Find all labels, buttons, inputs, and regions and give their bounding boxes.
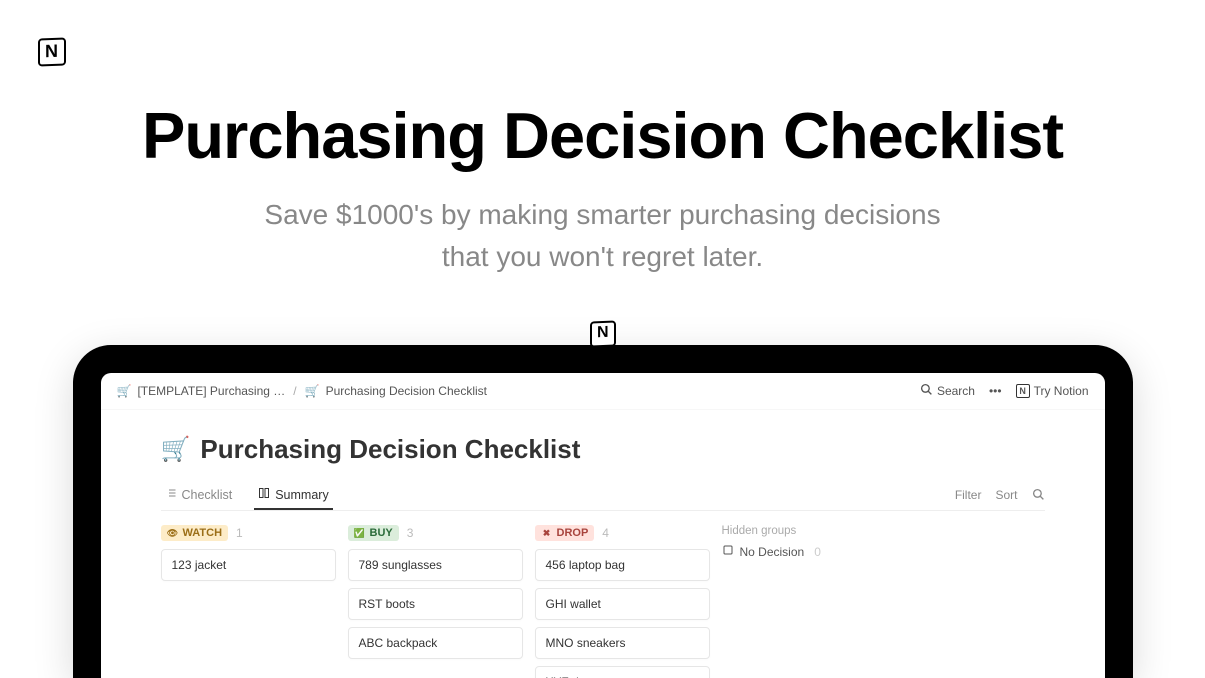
card-item[interactable]: MNO sneakers (535, 627, 710, 659)
try-notion-label: Try Notion (1034, 384, 1089, 398)
page-title-row: 🛒 Purchasing Decision Checklist (161, 434, 1045, 465)
view-tabs: Checklist Summary Filter Sort (161, 481, 1045, 511)
breadcrumb-item-1[interactable]: [TEMPLATE] Purchasing … (137, 384, 285, 398)
view-controls: Filter Sort (955, 488, 1045, 504)
drop-count: 4 (602, 526, 609, 540)
x-icon: ✖ (541, 527, 553, 539)
breadcrumb-item-2[interactable]: Purchasing Decision Checklist (326, 384, 487, 398)
sort-button[interactable]: Sort (995, 488, 1017, 504)
watch-label: WATCH (183, 527, 223, 539)
check-icon: ✅ (354, 527, 366, 539)
watch-count: 1 (236, 526, 243, 540)
empty-status-icon (722, 544, 734, 559)
more-button[interactable]: ••• (989, 384, 1002, 398)
column-watch: 👁 WATCH 1 123 jacket (161, 525, 336, 678)
topbar-right: Search ••• Try Notion (920, 383, 1089, 399)
hero-section: Purchasing Decision Checklist Save $1000… (0, 0, 1205, 278)
board-view: 👁 WATCH 1 123 jacket ✅ BUY (161, 525, 1045, 678)
page-icon[interactable]: 🛒 (161, 435, 191, 464)
column-header-watch: 👁 WATCH 1 (161, 525, 336, 541)
search-icon (920, 383, 933, 399)
hidden-groups: Hidden groups No Decision 0 (722, 525, 821, 678)
hero-subtitle: Save $1000's by making smarter purchasin… (0, 194, 1205, 278)
column-buy: ✅ BUY 3 789 sunglasses RST boots ABC bac… (348, 525, 523, 678)
buy-tag[interactable]: ✅ BUY (348, 525, 399, 541)
watch-tag[interactable]: 👁 WATCH (161, 525, 229, 541)
hidden-group-item[interactable]: No Decision 0 (722, 544, 821, 559)
laptop-frame: 🛒 [TEMPLATE] Purchasing … / 🛒 Purchasing… (73, 345, 1133, 678)
notion-logo-icon (1016, 384, 1030, 398)
drop-tag[interactable]: ✖ DROP (535, 525, 595, 541)
tab-checklist[interactable]: Checklist (161, 481, 237, 510)
tab-summary-label: Summary (275, 488, 328, 502)
app-screen: 🛒 [TEMPLATE] Purchasing … / 🛒 Purchasing… (101, 373, 1105, 678)
card-item[interactable]: 456 laptop bag (535, 549, 710, 581)
column-header-buy: ✅ BUY 3 (348, 525, 523, 541)
hidden-group-label: No Decision (740, 545, 805, 559)
hero-subtitle-line1: Save $1000's by making smarter purchasin… (0, 194, 1205, 236)
card-item[interactable]: XYZ dress (535, 666, 710, 678)
tab-summary[interactable]: Summary (254, 481, 332, 510)
card-item[interactable]: RST boots (348, 588, 523, 620)
board-icon (258, 487, 270, 502)
card-item[interactable]: 123 jacket (161, 549, 336, 581)
search-button[interactable]: Search (920, 383, 975, 399)
column-drop: ✖ DROP 4 456 laptop bag GHI wallet MNO s… (535, 525, 710, 678)
eye-icon: 👁 (167, 527, 179, 539)
hero-title: Purchasing Decision Checklist (0, 100, 1205, 172)
hero-subtitle-line2: that you won't regret later. (0, 236, 1205, 278)
drop-label: DROP (557, 527, 589, 539)
filter-button[interactable]: Filter (955, 488, 982, 504)
notion-logo-icon (38, 38, 66, 67)
cart-icon: 🛒 (305, 384, 320, 398)
notion-logo-corner (38, 38, 70, 70)
tab-checklist-label: Checklist (182, 488, 233, 502)
card-item[interactable]: 789 sunglasses (348, 549, 523, 581)
column-header-drop: ✖ DROP 4 (535, 525, 710, 541)
page-body: 🛒 Purchasing Decision Checklist Checklis… (101, 410, 1105, 678)
list-icon (165, 487, 177, 502)
more-icon: ••• (989, 384, 1002, 398)
breadcrumb-separator: / (293, 384, 296, 398)
cart-icon: 🛒 (117, 384, 132, 398)
notion-logo-icon (590, 321, 616, 348)
search-view-button[interactable] (1032, 488, 1045, 504)
card-item[interactable]: ABC backpack (348, 627, 523, 659)
page-title[interactable]: Purchasing Decision Checklist (200, 434, 580, 465)
try-notion-button[interactable]: Try Notion (1016, 384, 1089, 398)
hidden-group-count: 0 (814, 545, 821, 559)
notch-logo (590, 321, 616, 352)
topbar: 🛒 [TEMPLATE] Purchasing … / 🛒 Purchasing… (101, 373, 1105, 410)
buy-label: BUY (370, 527, 393, 539)
hidden-groups-title: Hidden groups (722, 525, 821, 537)
card-item[interactable]: GHI wallet (535, 588, 710, 620)
search-label: Search (937, 384, 975, 398)
device-mockup: 🛒 [TEMPLATE] Purchasing … / 🛒 Purchasing… (73, 325, 1133, 678)
buy-count: 3 (407, 526, 414, 540)
breadcrumb: 🛒 [TEMPLATE] Purchasing … / 🛒 Purchasing… (117, 384, 920, 398)
